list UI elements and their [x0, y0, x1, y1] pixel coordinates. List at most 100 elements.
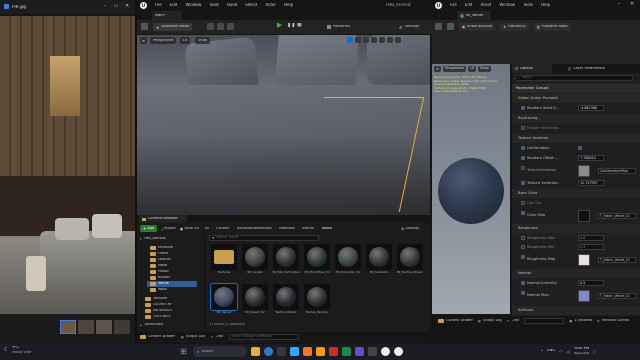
hierarchy-button[interactable]: ⋔ Hierarchy: [500, 23, 529, 31]
cb-search-input[interactable]: ▼ Search Textile: [209, 235, 319, 241]
asset-thumbnail[interactable]: [397, 244, 423, 270]
level-viewport[interactable]: ≡ Perspective Lit Show: [137, 35, 430, 215]
wifi-icon[interactable]: ◠: [559, 349, 563, 354]
menu-window[interactable]: Window: [185, 3, 201, 7]
filmstrip-thumb[interactable]: [114, 320, 130, 334]
app-icon[interactable]: [342, 347, 351, 356]
show-inactive-button[interactable]: ◉ Show Inactive: [459, 23, 496, 31]
preview-perspective-button[interactable]: Perspective: [442, 66, 466, 72]
preview-lit-button[interactable]: Lit: [467, 66, 476, 72]
maximize-icon[interactable]: ☐: [114, 4, 118, 8]
asset-thumbnail[interactable]: [210, 283, 238, 311]
breadcrumb-item[interactable]: Textile: [322, 227, 333, 230]
menu-edit[interactable]: Edit: [465, 3, 473, 7]
override-checkbox[interactable]: [521, 211, 525, 215]
clock[interactable]: 9:30 PM 4/2/2024: [574, 347, 589, 355]
unsaved-button[interactable]: ▣ 1 Unsaved: [569, 319, 592, 323]
photoshop-icon[interactable]: [290, 347, 299, 356]
texture-thumbnail[interactable]: [578, 165, 590, 177]
cb-tab[interactable]: Content Browser: [139, 215, 187, 223]
override-checkbox[interactable]: [521, 181, 525, 185]
breadcrumb-item[interactable]: Interior: [302, 227, 314, 230]
platforms-button[interactable]: Platforms: [327, 23, 350, 31]
breadcrumb-item[interactable]: AutomotiveMaterials: [237, 227, 272, 230]
viewport-lit-button[interactable]: Lit: [180, 37, 191, 44]
override-checkbox[interactable]: [521, 236, 525, 240]
category-base-color[interactable]: Base Color: [512, 189, 640, 198]
asset-thumbnail[interactable]: [366, 244, 392, 270]
minimize-icon[interactable]: –: [104, 4, 107, 9]
tree-root[interactable]: ▾ FHB_Archviz: [140, 237, 166, 241]
menu-window[interactable]: Window: [499, 3, 515, 7]
texture-thumbnail[interactable]: [578, 254, 590, 266]
viewport-show-button[interactable]: Show: [195, 37, 211, 44]
language-indicator[interactable]: ENG: [547, 349, 555, 353]
details-tab[interactable]: ☰ Details: [512, 64, 552, 73]
param-value[interactable]: 7.788814: [578, 155, 604, 161]
menu-file[interactable]: File: [155, 3, 162, 7]
me-output-log-button[interactable]: ▤ Output Log: [478, 319, 502, 323]
asset-thumbnail[interactable]: [211, 244, 237, 270]
asset-thumbnail[interactable]: [273, 284, 299, 310]
texture-dropdown[interactable]: CoolVariationMap: [598, 168, 636, 174]
add-button[interactable]: + Add: [140, 225, 158, 232]
content-drawer-button[interactable]: Content Drawer: [140, 334, 175, 339]
texture-dropdown[interactable]: T_Fabric_Velvet_01: [598, 213, 636, 219]
category-raytracing[interactable]: Raytracing: [512, 114, 640, 123]
blender-icon[interactable]: [303, 347, 312, 356]
asset-thumbnail[interactable]: [242, 244, 268, 270]
output-log-button[interactable]: ▤ Output Log: [181, 335, 205, 339]
windows-start-icon[interactable]: ⊞: [178, 346, 189, 357]
me-console-input[interactable]: [524, 317, 565, 324]
param-value[interactable]: 0.3: [578, 244, 604, 250]
tree-item[interactable]: Wood: [150, 287, 197, 293]
cmd-dropdown[interactable]: ▭ Cmd: [211, 335, 224, 339]
details-search-input[interactable]: ⌕ Search: [515, 75, 633, 81]
app-icon[interactable]: [329, 347, 338, 356]
me-cmd-dropdown[interactable]: ▭ Cmd: [507, 319, 520, 323]
import-button[interactable]: ⤓ Import: [161, 225, 176, 232]
save-all-button[interactable]: ▣ Save All: [180, 225, 199, 232]
asset-thumbnail[interactable]: [304, 284, 330, 310]
unreal-taskbar-icon[interactable]: [381, 347, 390, 356]
menu-select[interactable]: Select: [245, 3, 257, 7]
taskbar-search[interactable]: ⌕ Search: [193, 346, 247, 357]
menu-asset[interactable]: Asset: [480, 3, 491, 7]
override-checkbox[interactable]: [521, 281, 525, 285]
translate-icon[interactable]: [347, 37, 353, 43]
menu-actor[interactable]: Actor: [265, 3, 276, 7]
asset-thumbnail[interactable]: [273, 244, 299, 270]
preview-show-button[interactable]: Show: [477, 66, 491, 72]
param-value[interactable]: 0.5: [578, 280, 604, 286]
breadcrumb-item[interactable]: All: [205, 227, 209, 230]
override-checkbox[interactable]: [521, 245, 525, 249]
volume-icon[interactable]: ◁: [567, 349, 570, 354]
material-preview-viewport[interactable]: ≡ Perspective Lit Show Base pass shader:…: [432, 64, 510, 314]
override-checkbox[interactable]: [521, 291, 525, 295]
viewport-options-button[interactable]: ≡: [140, 37, 147, 44]
breadcrumb-item[interactable]: Materials: [279, 227, 295, 230]
notification-icon[interactable]: ◌: [593, 349, 597, 354]
app-icon[interactable]: [368, 347, 377, 356]
category-normal[interactable]: Normal: [512, 269, 640, 278]
play-icon[interactable]: ▶: [277, 22, 282, 29]
menu-help[interactable]: Help: [284, 3, 293, 7]
level-tab[interactable]: Main*: [152, 11, 182, 20]
save-icon[interactable]: [141, 23, 148, 30]
photo-image[interactable]: [0, 16, 135, 314]
param-value[interactable]: 12.747997: [578, 180, 604, 186]
category-texture-variation[interactable]: Texture Variation: [512, 134, 640, 143]
cinematics-icon[interactable]: [227, 23, 234, 30]
unreal-taskbar-icon[interactable]: [394, 347, 403, 356]
override-checkbox[interactable]: [521, 126, 525, 130]
menu-file[interactable]: File: [450, 3, 457, 7]
content-icon[interactable]: [207, 23, 214, 30]
maximize-viewport-icon[interactable]: [395, 37, 401, 43]
category-softness[interactable]: Softness: [512, 306, 640, 315]
param-value[interactable]: -4.681368: [578, 105, 604, 111]
store-icon[interactable]: [277, 347, 286, 356]
menu-tools[interactable]: Tools: [209, 3, 219, 7]
minimize-icon[interactable]: –: [618, 2, 621, 7]
texture-thumbnail[interactable]: [578, 210, 590, 222]
tree-item[interactable]: TEXTURES: [145, 314, 172, 320]
